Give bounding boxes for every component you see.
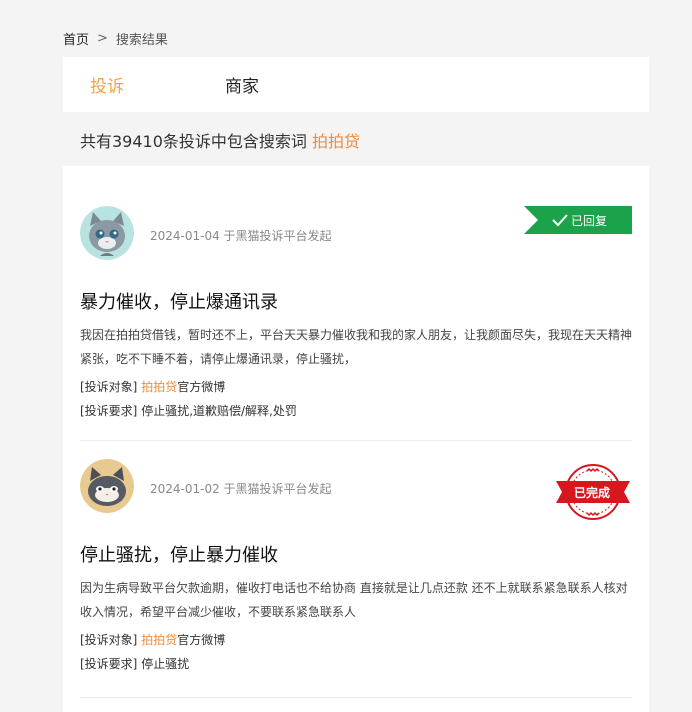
- complaint-date: 2024-01-02 于黑猫投诉平台发起: [150, 482, 332, 496]
- cat-avatar-icon: [80, 206, 134, 260]
- complaint-description: 我因在拍拍贷借钱，暂时还不上，平台天天暴力催收我和我的家人朋友，让我颜面尽失，我…: [80, 328, 633, 366]
- breadcrumb: 首页 > 搜索结果: [63, 29, 168, 48]
- breadcrumb-home[interactable]: 首页: [63, 29, 89, 48]
- status-badge-replied: 已回复: [524, 206, 632, 234]
- complaint-card[interactable]: 2024-01-02 于黑猫投诉平台发起 已完成 停止骚扰，停止暴力催收 因为生…: [80, 459, 632, 699]
- complaint-target-suffix: 官方微博: [177, 633, 226, 647]
- cat-avatar-icon: [80, 459, 134, 513]
- divider: [80, 440, 632, 441]
- page: 首页 > 搜索结果 投诉 商家 共有39410条投诉中包含搜索词 拍拍贷 202…: [0, 0, 692, 712]
- complaint-list: 2024-01-04 于黑猫投诉平台发起 已回复 暴力催收，停止爆通讯录 我因在…: [63, 166, 649, 712]
- complaint-demand-label: [投诉要求]: [80, 404, 138, 418]
- complaint-demand-text: 停止骚扰: [141, 657, 190, 671]
- breadcrumb-separator: >: [97, 31, 108, 46]
- complaint-target-link[interactable]: 拍拍贷: [141, 380, 177, 394]
- complaint-date: 2024-01-04 于黑猫投诉平台发起: [150, 229, 332, 243]
- result-summary: 共有39410条投诉中包含搜索词 拍拍贷: [80, 128, 360, 152]
- complaint-target: [投诉对象] 拍拍贷官方微博: [80, 378, 225, 395]
- tab-complaints[interactable]: 投诉: [90, 72, 124, 97]
- result-summary-text: 共有39410条投诉中包含搜索词: [80, 132, 312, 151]
- complaint-target: [投诉对象] 拍拍贷官方微博: [80, 631, 225, 648]
- divider: [80, 697, 632, 698]
- complaint-title[interactable]: 停止骚扰，停止暴力催收: [80, 541, 278, 567]
- complaint-target-label: [投诉对象]: [80, 633, 138, 647]
- complaint-card[interactable]: 2024-01-04 于黑猫投诉平台发起 已回复 暴力催收，停止爆通讯录 我因在…: [80, 206, 632, 442]
- complaint-demand-label: [投诉要求]: [80, 657, 138, 671]
- search-keyword: 拍拍贷: [312, 132, 361, 151]
- complaint-target-link[interactable]: 拍拍贷: [141, 633, 177, 647]
- tab-merchants[interactable]: 商家: [225, 72, 259, 97]
- complaint-title[interactable]: 暴力催收，停止爆通讯录: [80, 288, 278, 314]
- complaint-target-label: [投诉对象]: [80, 380, 138, 394]
- breadcrumb-current: 搜索结果: [115, 33, 168, 48]
- complaint-description: 因为生病导致平台欠款逾期，催收打电话也不给协商 直接就是让几点还款 还不上就联系…: [80, 581, 628, 619]
- tab-bar: 投诉 商家: [63, 57, 649, 112]
- complaint-demand: [投诉要求] 停止骚扰: [80, 655, 189, 672]
- complaint-target-suffix: 官方微博: [177, 380, 226, 394]
- status-badge-completed: 已完成: [554, 463, 632, 521]
- complaint-demand-text: 停止骚扰,道歉赔偿/解释,处罚: [141, 404, 297, 418]
- complaint-demand: [投诉要求] 停止骚扰,道歉赔偿/解释,处罚: [80, 402, 297, 419]
- status-badge-label: 已回复: [571, 214, 608, 228]
- status-badge-label: 已完成: [574, 486, 611, 500]
